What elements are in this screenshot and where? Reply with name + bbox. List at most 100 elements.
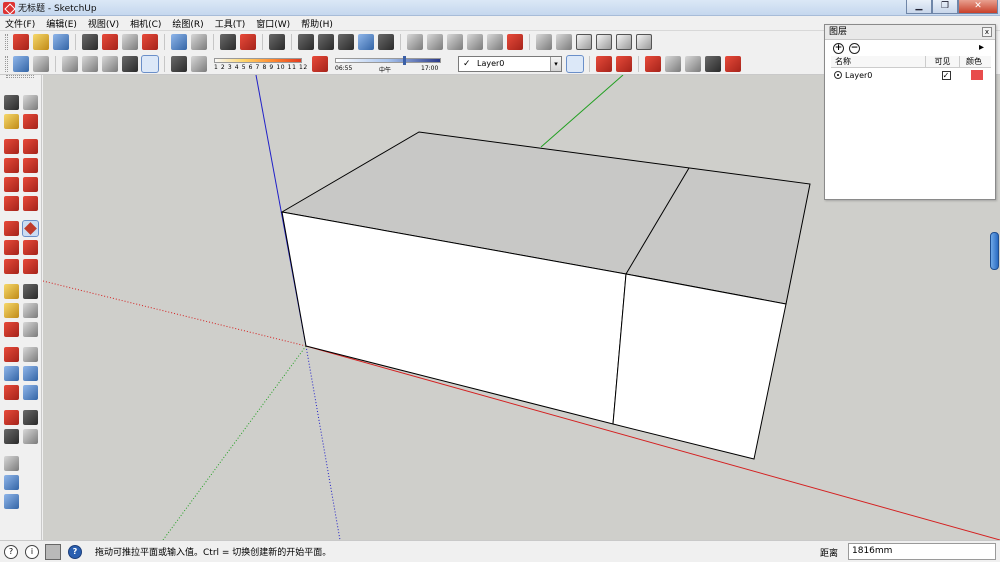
look-around-icon[interactable]: [23, 410, 38, 425]
freehand-icon[interactable]: [23, 158, 38, 173]
toolbar-grip[interactable]: [6, 75, 34, 78]
menu-edit[interactable]: 编辑(E): [41, 17, 83, 30]
camera-iso-icon[interactable]: [269, 34, 285, 50]
zoom-icon[interactable]: [4, 366, 19, 381]
layer-name[interactable]: Layer0: [845, 71, 929, 80]
menu-tools[interactable]: 工具(T): [210, 17, 252, 30]
panel-scroll-handle[interactable]: [990, 232, 999, 270]
menu-view[interactable]: 视图(V): [83, 17, 125, 30]
3d-text-icon[interactable]: [23, 322, 38, 337]
line-icon[interactable]: [23, 139, 38, 154]
new-file-icon[interactable]: [13, 34, 29, 50]
redo-icon[interactable]: [191, 34, 207, 50]
components-icon[interactable]: [536, 34, 552, 50]
make-component-icon[interactable]: [23, 95, 38, 110]
axes-icon[interactable]: [4, 322, 19, 337]
scale-icon[interactable]: [4, 259, 19, 274]
view-back-icon[interactable]: [358, 34, 374, 50]
hidden-line-icon[interactable]: [82, 55, 98, 72]
time-slider[interactable]: 06:55 中午 17:00: [333, 55, 445, 74]
warehouse-icon[interactable]: [407, 34, 423, 50]
section-display-icon[interactable]: [507, 34, 523, 50]
xray-icon[interactable]: [13, 55, 29, 72]
shaded-textures-icon[interactable]: [122, 55, 138, 72]
copy-icon[interactable]: [102, 34, 118, 50]
house-icon[interactable]: [576, 34, 592, 50]
time-slider-track[interactable]: [335, 57, 441, 63]
house-extension-icon[interactable]: [636, 34, 652, 50]
print-icon[interactable]: [220, 34, 236, 50]
pan-icon[interactable]: [23, 347, 38, 362]
menu-window[interactable]: 窗口(W): [251, 17, 296, 30]
tape-measure-icon[interactable]: [4, 284, 19, 299]
section-plane-icon[interactable]: [467, 34, 483, 50]
toolbar-grip[interactable]: [5, 34, 8, 50]
shaded-icon[interactable]: [102, 55, 118, 72]
monochrome-icon[interactable]: [141, 54, 159, 73]
add-location-icon[interactable]: [4, 456, 19, 471]
toolbar-grip[interactable]: [5, 55, 8, 72]
column-name[interactable]: 名称: [831, 56, 926, 67]
text-icon[interactable]: [23, 303, 38, 318]
erase-selection-icon[interactable]: [142, 34, 158, 50]
outer-shell-icon[interactable]: [645, 55, 661, 72]
circle-icon[interactable]: [4, 158, 19, 173]
photo-match-icon[interactable]: [447, 34, 463, 50]
user-avatar-icon[interactable]: [45, 543, 61, 560]
rotate-icon[interactable]: [4, 240, 19, 255]
orbit-icon[interactable]: [4, 347, 19, 362]
polygon-icon[interactable]: [4, 177, 19, 192]
protractor-icon[interactable]: [4, 303, 19, 318]
model-info-icon[interactable]: [240, 34, 256, 50]
column-visible[interactable]: 可见: [926, 56, 960, 67]
column-color[interactable]: 颜色: [960, 56, 988, 67]
details-arrow-icon[interactable]: ▸: [979, 42, 989, 54]
view-top-icon[interactable]: [298, 34, 314, 50]
close-button[interactable]: ✕: [958, 0, 998, 14]
add-layer-icon[interactable]: +: [833, 42, 844, 54]
offset-icon[interactable]: [23, 259, 38, 274]
subtract-icon[interactable]: [685, 55, 701, 72]
wireframe-icon[interactable]: [62, 55, 78, 72]
open-file-icon[interactable]: [33, 34, 49, 50]
dimension-icon[interactable]: [23, 284, 38, 299]
house-open-icon[interactable]: [616, 34, 632, 50]
three-point-arc-icon[interactable]: [23, 196, 38, 211]
shadows-icon[interactable]: [171, 55, 187, 72]
materials-icon[interactable]: [556, 34, 572, 50]
save-icon[interactable]: [53, 34, 69, 50]
menu-file[interactable]: 文件(F): [0, 17, 41, 30]
minimize-button[interactable]: ▁: [906, 0, 932, 14]
info-icon[interactable]: i: [25, 544, 39, 559]
geo-location-icon[interactable]: ?: [4, 544, 18, 559]
toggle-terrain-icon[interactable]: [4, 475, 19, 490]
layer-visible-checkbox[interactable]: ✓: [941, 70, 951, 80]
maximize-button[interactable]: ❐: [932, 0, 958, 14]
eraser-icon[interactable]: [23, 114, 38, 129]
section-plane-tool-icon[interactable]: [23, 429, 38, 444]
position-camera-icon[interactable]: [4, 410, 19, 425]
view-left-icon[interactable]: [378, 34, 394, 50]
time-slider-thumb[interactable]: [403, 55, 406, 65]
layer-row[interactable]: Layer0 ✓: [831, 68, 991, 82]
sandbox-icon[interactable]: [427, 34, 443, 50]
box-side-face[interactable]: [612, 273, 787, 460]
paint-bucket-icon[interactable]: [4, 114, 19, 129]
intersect-icon[interactable]: [596, 55, 612, 72]
date-slider-track[interactable]: [214, 57, 302, 63]
view-right-icon[interactable]: [338, 34, 354, 50]
menu-help[interactable]: 帮助(H): [296, 17, 339, 30]
measurement-input[interactable]: 1816mm: [848, 543, 996, 560]
back-edges-icon[interactable]: [33, 55, 49, 72]
google-earth-icon[interactable]: [4, 494, 19, 509]
walk-icon[interactable]: [4, 429, 19, 444]
chevron-down-icon[interactable]: ▾: [550, 56, 561, 71]
pie-icon[interactable]: [4, 196, 19, 211]
follow-me-icon[interactable]: [23, 240, 38, 255]
remove-layer-icon[interactable]: −: [849, 42, 860, 54]
fog-icon[interactable]: [191, 55, 207, 72]
rectangle-icon[interactable]: [4, 139, 19, 154]
active-layer-radio[interactable]: [834, 71, 842, 79]
layer-color-swatch[interactable]: [971, 70, 983, 80]
house-share-icon[interactable]: [596, 34, 612, 50]
